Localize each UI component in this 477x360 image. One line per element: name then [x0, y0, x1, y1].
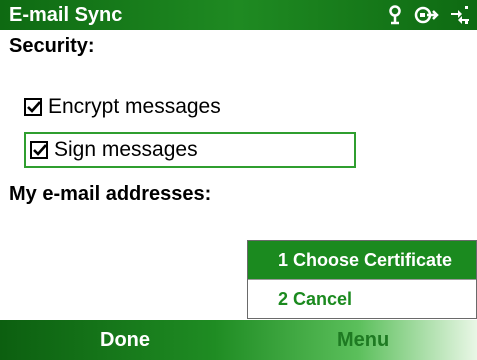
- email-addresses-heading: My e-mail addresses:: [9, 183, 212, 205]
- menu-softkey[interactable]: Menu: [337, 327, 389, 353]
- encrypt-messages-checkbox[interactable]: [24, 98, 42, 116]
- security-heading: Security:: [9, 35, 95, 57]
- menu-item-choose-certificate[interactable]: 1 Choose Certificate: [248, 241, 476, 279]
- menu-item-cancel[interactable]: 2 Cancel: [248, 280, 476, 318]
- title-bar: E-mail Sync: [0, 0, 477, 30]
- softkey-bar: Done Menu: [0, 320, 477, 360]
- done-softkey[interactable]: Done: [100, 327, 150, 353]
- sign-messages-checkbox[interactable]: [30, 141, 48, 159]
- sign-messages-label: Sign messages: [54, 138, 198, 161]
- encrypt-messages-label: Encrypt messages: [48, 95, 221, 118]
- connectivity-icon: [413, 5, 439, 25]
- sync-icon: [449, 5, 471, 25]
- context-menu: 1 Choose Certificate 2 Cancel: [247, 240, 477, 319]
- antenna-icon: [387, 5, 403, 25]
- sign-messages-checkbox-row[interactable]: Sign messages: [24, 132, 356, 168]
- encrypt-messages-checkbox-row[interactable]: Encrypt messages: [24, 92, 221, 122]
- status-icons: [387, 3, 471, 27]
- app-title: E-mail Sync: [9, 4, 123, 26]
